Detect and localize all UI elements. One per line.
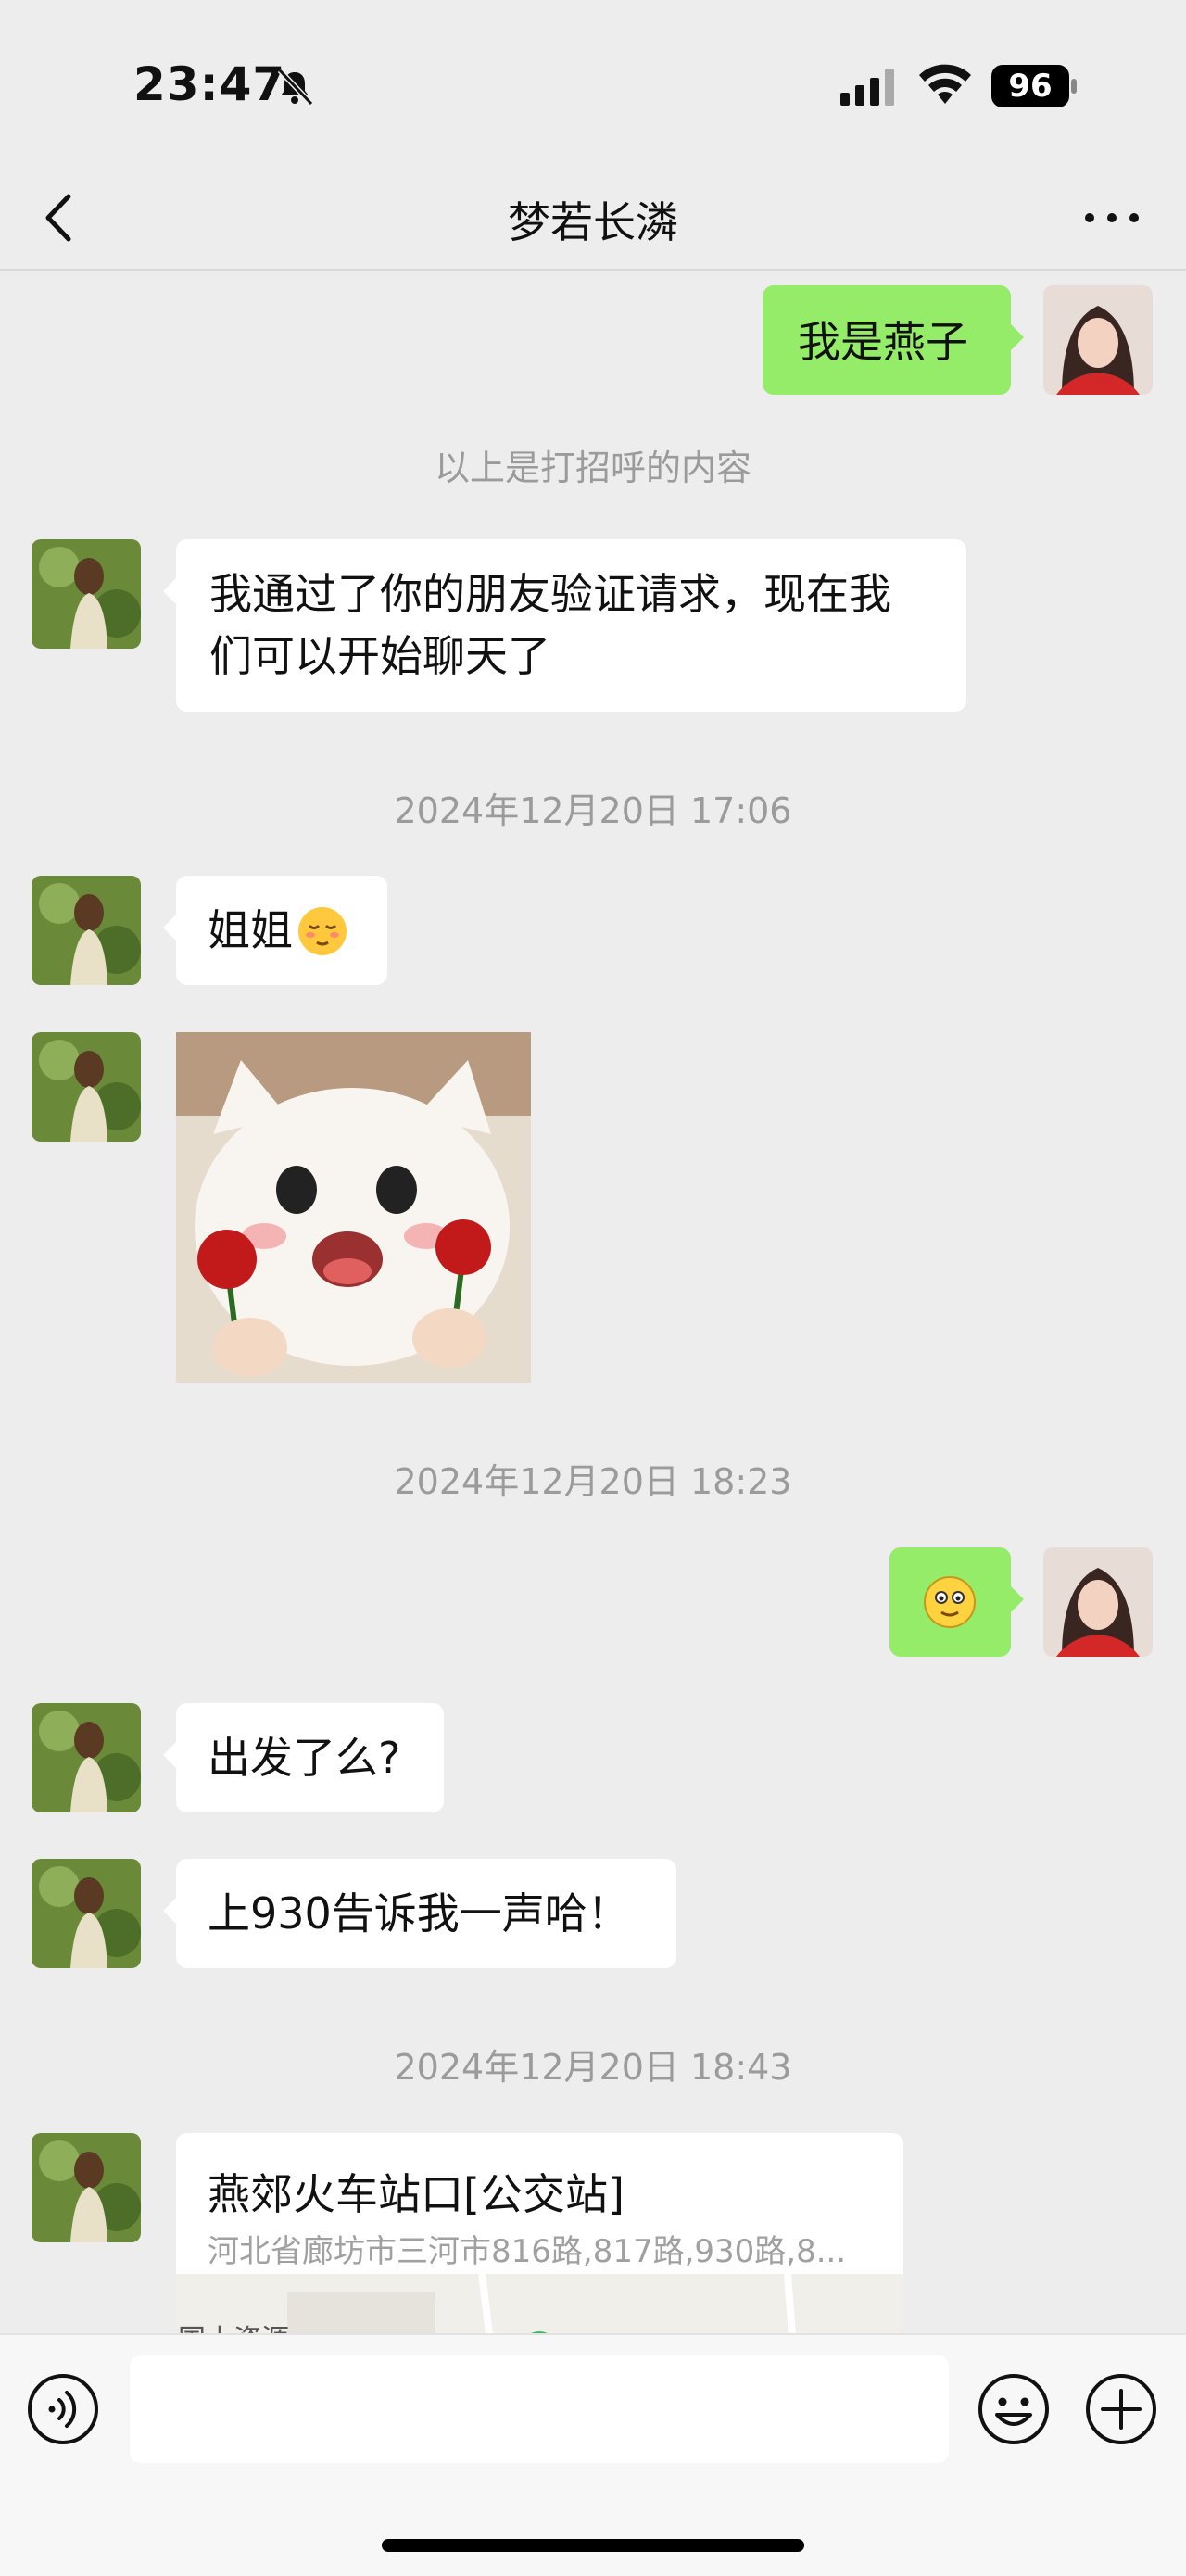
message-bubble-sent[interactable]: 我是燕子 [763,285,1024,395]
battery-level: 96 [991,65,1069,107]
message-bubble-received[interactable]: 上930告诉我一声哈！ [163,1859,676,1968]
my-avatar[interactable] [1043,1547,1153,1657]
contact-avatar[interactable] [32,1032,141,1142]
timestamp: 2024年12月20日 17:06 [394,790,792,831]
status-bar: 23:47 96 [0,0,1186,167]
voice-icon[interactable] [26,2372,100,2446]
chat-header: 梦若长潾 [0,167,1186,271]
shy-smile-emoji-icon [298,907,347,955]
message-text: 我是燕子 [798,317,968,367]
message-text: 上930告诉我一声哈！ [208,1888,630,1938]
bell-muted-icon [277,68,314,107]
location-message-card[interactable]: 燕郊火车站口[公交站] 河北省廊坊市三河市816路,817路,930路,8...… [176,2133,903,2335]
battery-icon: 96 [991,65,1079,107]
wifi-icon [919,64,971,104]
message-input[interactable] [130,2355,949,2463]
greeting-note: 以上是打招呼的内容 [434,448,751,488]
message-bubble-received[interactable]: 我通过了你的朋友验证请求，现在我 们可以开始聊天了 [163,539,966,712]
contact-avatar[interactable] [32,1703,141,1812]
contact-avatar[interactable] [32,876,141,985]
kitten-rose-sticker[interactable] [176,1032,531,1383]
message-text: 出发了么? [208,1733,401,1783]
message-bubble-received[interactable]: 姐姐 [163,876,387,985]
map-label: 国土资源 [178,2317,289,2335]
message-text-line: 我通过了你的朋友验证请求，现在我 [209,569,891,619]
location-map-preview: 国土资源 [176,2274,903,2335]
message-bubble-sent[interactable] [890,1547,1024,1657]
chat-title: 梦若长潾 [508,197,678,247]
location-address: 河北省廊坊市三河市816路,817路,930路,8... [208,2233,847,2270]
smile-emoji-icon [924,1576,976,1628]
message-text-line: 们可以开始聊天了 [209,630,550,681]
location-title: 燕郊火车站口[公交站] [208,2169,625,2219]
timestamp: 2024年12月20日 18:23 [394,1461,792,1502]
home-indicator[interactable] [382,2539,804,2552]
plus-icon[interactable] [1084,2372,1158,2446]
signal-icon [840,69,894,106]
message-bubble-received[interactable]: 出发了么? [163,1703,444,1812]
contact-avatar[interactable] [32,2133,141,2242]
my-avatar[interactable] [1043,285,1153,395]
timestamp: 2024年12月20日 18:43 [394,2047,792,2088]
message-text: 姐姐 [208,905,293,955]
more-dots-icon[interactable] [1075,195,1149,241]
contact-avatar[interactable] [32,1859,141,1968]
status-time: 23:47 [133,57,286,111]
contact-avatar[interactable] [32,539,141,649]
emoji-icon[interactable] [977,2372,1051,2446]
